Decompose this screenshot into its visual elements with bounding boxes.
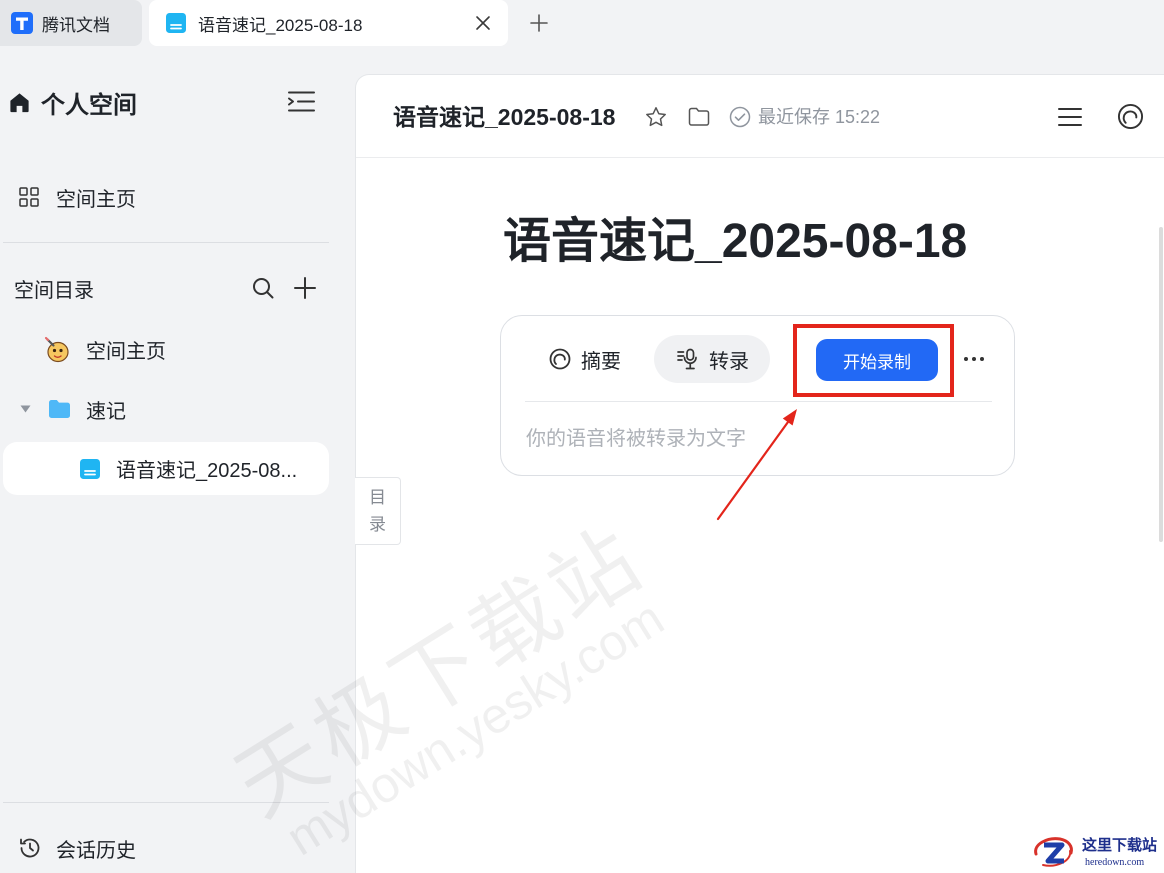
space-title: 个人空间 [41, 91, 137, 119]
folder-outline-icon[interactable] [688, 107, 710, 127]
star-icon[interactable] [645, 106, 667, 128]
divider [525, 401, 992, 402]
search-icon[interactable] [252, 277, 274, 299]
doc-icon [79, 458, 101, 480]
tab-label: 转录 [709, 350, 749, 373]
tencent-docs-logo-icon [10, 11, 34, 35]
divider [3, 242, 329, 243]
summary-icon [549, 348, 571, 370]
tab-document[interactable]: 语音速记_2025-08-18 [149, 0, 508, 46]
tab-label: 腾讯文档 [42, 15, 110, 35]
voice-recorder-card: 摘要 转录 开始录制 你的语音将被转录为文字 [500, 315, 1015, 476]
tree-item-label: 速记 [86, 400, 126, 423]
save-status: 最近保存 15:22 [758, 107, 881, 127]
home-icon [8, 91, 31, 114]
directory-title: 空间目录 [14, 279, 94, 302]
divider [3, 802, 329, 803]
doc-icon [165, 12, 187, 34]
space-header: 个人空间 [0, 83, 330, 121]
directory-header: 空间目录 [0, 269, 330, 307]
tab-label: 语音速记_2025-08-18 [198, 15, 363, 35]
document-panel: 语音速记_2025-08-18 最近保存 15:22 语音速记_2025-08-… [355, 74, 1164, 873]
tab-transcript[interactable]: 转录 [654, 335, 770, 383]
sidebar-item-label: 会话历史 [56, 839, 136, 862]
ai-assistant-icon[interactable] [1117, 103, 1144, 130]
sidebar-item-space-home[interactable]: 空间主页 [0, 178, 330, 216]
toc-label: 目录 [369, 488, 386, 534]
transcript-placeholder: 你的语音将被转录为文字 [526, 428, 746, 450]
sidebar: 个人空间 空间主页 空间目录 空间主页 速记 语音速记_2025-08... 会… [0, 47, 355, 873]
space-home-emoji-icon [44, 336, 70, 363]
tab-summary[interactable]: 摘要 [549, 335, 621, 383]
folder-icon [48, 399, 71, 419]
tree-item-document-selected[interactable]: 语音速记_2025-08... [3, 442, 329, 495]
tab-label: 摘要 [581, 350, 621, 373]
transcript-icon [677, 348, 699, 370]
sidebar-item-label: 空间主页 [56, 188, 136, 211]
document-title[interactable]: 语音速记_2025-08-18 [503, 213, 967, 271]
plus-icon[interactable] [530, 14, 548, 32]
annotation-highlight-box [793, 324, 954, 397]
document-header: 语音速记_2025-08-18 最近保存 15:22 [356, 75, 1164, 158]
menu-icon[interactable] [1058, 107, 1082, 127]
scrollbar[interactable] [1159, 227, 1163, 542]
toc-tab[interactable]: 目录 [355, 477, 401, 545]
tab-tencent-docs[interactable]: 腾讯文档 [0, 0, 142, 46]
tree-item-space-home[interactable]: 空间主页 [0, 330, 330, 368]
more-icon[interactable] [963, 356, 985, 362]
sidebar-toggle-icon[interactable] [287, 90, 316, 113]
tree-item-label: 空间主页 [86, 340, 166, 363]
grid-icon [19, 187, 39, 207]
close-icon[interactable] [475, 15, 491, 31]
check-circle-icon [729, 106, 751, 128]
caret-down-icon[interactable] [20, 405, 31, 413]
history-icon [18, 836, 42, 860]
header-doc-title[interactable]: 语音速记_2025-08-18 [393, 102, 615, 132]
tab-bar: 腾讯文档 语音速记_2025-08-18 [0, 0, 1164, 47]
tree-item-label: 语音速记_2025-08... [116, 460, 298, 482]
add-icon[interactable] [294, 277, 316, 299]
sidebar-item-history[interactable]: 会话历史 [0, 829, 330, 867]
tree-item-folder[interactable]: 速记 [0, 390, 330, 428]
